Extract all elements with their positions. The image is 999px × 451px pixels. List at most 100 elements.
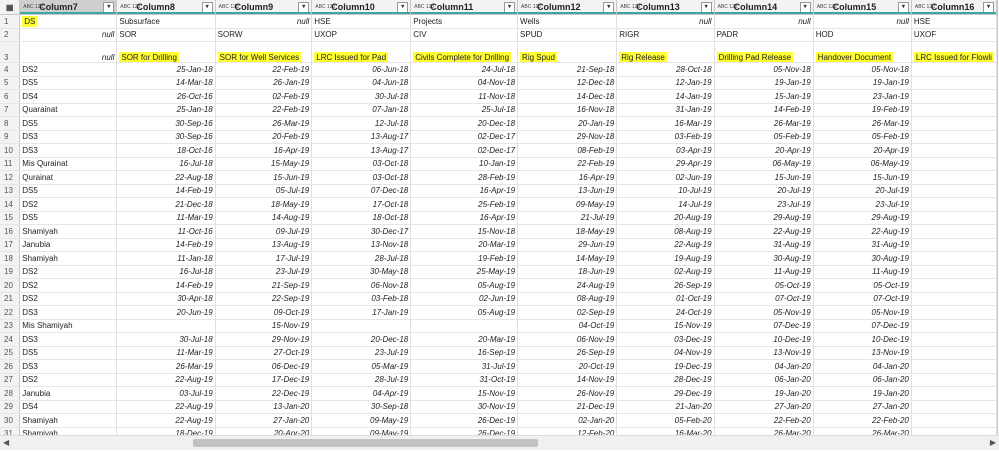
table-cell[interactable]: 25-Feb-19 [410, 197, 519, 212]
table-cell[interactable]: 20-Apr-19 [813, 143, 912, 158]
table-cell[interactable]: 10-Dec-19 [813, 332, 912, 347]
table-cell[interactable]: 03-Feb-18 [311, 292, 412, 306]
table-cell[interactable]: 28-Jul-18 [311, 251, 412, 266]
table-cell[interactable]: Mis Qurainat [19, 157, 118, 171]
table-cell[interactable]: DS3 [19, 305, 118, 320]
table-cell[interactable]: 05-Nov-19 [714, 305, 814, 320]
table-cell[interactable]: 05-Aug-19 [410, 305, 519, 320]
table-cell[interactable] [911, 413, 997, 428]
table-cell[interactable]: 06-May-19 [813, 157, 912, 171]
table-cell[interactable]: 14-Nov-19 [517, 373, 618, 387]
table-cell[interactable]: UXOP [311, 28, 412, 42]
table-cell[interactable]: 07-Oct-19 [813, 292, 912, 306]
table-cell[interactable] [911, 238, 997, 252]
table-cell[interactable]: 19-Feb-19 [410, 251, 519, 266]
table-cell[interactable]: 14-Aug-19 [215, 211, 313, 225]
table-cell[interactable]: 05-Feb-19 [813, 130, 912, 144]
table-cell[interactable]: 24-Aug-19 [517, 278, 618, 293]
column-header[interactable]: ABC 123Column16 ▾ [911, 0, 997, 15]
table-cell[interactable] [911, 386, 997, 401]
table-cell[interactable]: 02-Jan-20 [517, 413, 618, 428]
horizontal-scrollbar[interactable]: ◀ ▶ [0, 435, 999, 450]
table-cell[interactable]: 26-Sep-19 [616, 278, 715, 293]
table-cell[interactable]: 13-Aug-17 [311, 130, 412, 144]
table-cell[interactable]: Rig Release [616, 41, 715, 63]
table-cell[interactable]: DS3 [19, 143, 118, 158]
table-cell[interactable]: 06-Nov-18 [311, 278, 412, 293]
table-cell[interactable] [911, 332, 997, 347]
table-cell[interactable]: 26-Sep-19 [517, 346, 618, 360]
column-type-icon[interactable]: ABC 123 [414, 4, 434, 10]
table-cell[interactable]: 19-Feb-19 [813, 103, 912, 117]
table-cell[interactable]: 23-Jul-19 [714, 197, 814, 212]
table-cell[interactable]: 03-Feb-19 [616, 130, 715, 144]
table-cell[interactable]: LRC Issued for Flowli [911, 41, 997, 63]
table-cell[interactable]: 26-Dec-19 [410, 427, 519, 435]
table-cell[interactable]: 20-Dec-18 [311, 332, 412, 347]
table-cell[interactable]: 05-Nov-18 [813, 62, 912, 77]
table-cell[interactable]: 26-Jan-19 [215, 76, 313, 90]
table-cell[interactable]: 10-Jul-19 [616, 184, 715, 198]
table-menu-icon[interactable]: ▦ [0, 0, 21, 15]
table-cell[interactable]: 02-Dec-17 [410, 130, 519, 144]
table-cell[interactable]: 07-Dec-19 [813, 319, 912, 333]
table-cell[interactable]: 22-Sep-19 [215, 292, 313, 306]
table-cell[interactable]: 21-Jul-19 [517, 211, 618, 225]
table-cell[interactable]: Drilling Pad Release [714, 41, 814, 63]
table-cell[interactable]: 06-Dec-19 [215, 359, 313, 374]
table-cell[interactable]: 17-Jul-19 [215, 251, 313, 266]
table-cell[interactable]: Shamiyah [19, 224, 118, 239]
table-cell[interactable]: 30-Nov-19 [410, 400, 519, 414]
table-cell[interactable]: 12-Jan-19 [616, 76, 715, 90]
table-cell[interactable]: 28-Jul-19 [311, 373, 412, 387]
table-cell[interactable]: 23-Jul-19 [215, 265, 313, 279]
table-cell[interactable]: 20-Mar-19 [410, 238, 519, 252]
table-cell[interactable]: DS5 [19, 184, 118, 198]
table-cell[interactable]: 09-Jul-19 [215, 224, 313, 239]
table-cell[interactable] [911, 184, 997, 198]
table-cell[interactable] [911, 143, 997, 158]
table-cell[interactable] [911, 359, 997, 374]
table-cell[interactable]: 20-Aug-19 [616, 211, 715, 225]
table-cell[interactable]: 18-May-19 [215, 197, 313, 212]
table-cell[interactable]: DS3 [19, 359, 118, 374]
table-cell[interactable] [911, 62, 997, 77]
column-header[interactable]: ABC 123Column13 ▾ [616, 0, 715, 15]
table-cell[interactable]: 19-Jan-19 [714, 76, 814, 90]
table-cell[interactable]: 05-Oct-19 [813, 278, 912, 293]
table-cell[interactable]: SOR for Drilling [116, 41, 216, 63]
table-cell[interactable]: 30-Sep-16 [116, 130, 216, 144]
table-cell[interactable]: 31-Oct-19 [410, 373, 519, 387]
table-cell[interactable] [911, 400, 997, 414]
table-cell[interactable]: 30-Sep-18 [311, 400, 412, 414]
table-cell[interactable]: Civils Complete for Drilling [410, 41, 519, 63]
table-cell[interactable]: 08-Feb-19 [517, 143, 618, 158]
table-cell[interactable]: 29-Jun-19 [517, 238, 618, 252]
table-cell[interactable]: 21-Sep-18 [517, 62, 618, 77]
table-cell[interactable]: 16-Jul-18 [116, 265, 216, 279]
table-cell[interactable]: 27-Jan-20 [813, 400, 912, 414]
table-cell[interactable]: 29-Apr-19 [616, 157, 715, 171]
column-header[interactable]: ABC 123Column9 ▾ [215, 0, 313, 15]
table-cell[interactable]: SOR [116, 28, 216, 42]
table-cell[interactable]: 05-Mar-19 [311, 359, 412, 374]
table-cell[interactable]: 13-Nov-19 [813, 346, 912, 360]
column-type-icon[interactable]: ABC 123 [620, 4, 640, 10]
column-type-icon[interactable]: ABC 123 [718, 4, 738, 10]
table-cell[interactable]: Quarainat [19, 103, 118, 117]
table-cell[interactable]: 21-Sep-19 [215, 278, 313, 293]
table-cell[interactable]: 26-Oct-16 [116, 89, 216, 104]
table-cell[interactable]: 04-Nov-18 [410, 76, 519, 90]
column-type-icon[interactable]: ABC 123 [120, 4, 140, 10]
table-cell[interactable]: 15-Jun-19 [714, 170, 814, 185]
table-cell[interactable]: 31-Aug-19 [714, 238, 814, 252]
table-cell[interactable]: HSE [911, 14, 997, 29]
table-cell[interactable]: 25-Jul-18 [410, 103, 519, 117]
table-cell[interactable] [911, 278, 997, 293]
table-cell[interactable]: 30-Sep-16 [116, 116, 216, 131]
table-cell[interactable]: 04-Jan-20 [714, 359, 814, 374]
table-cell[interactable]: DS4 [19, 400, 118, 414]
table-cell[interactable]: 17-Dec-19 [215, 373, 313, 387]
table-cell[interactable]: 13-Nov-18 [311, 238, 412, 252]
table-cell[interactable]: DS2 [19, 278, 118, 293]
